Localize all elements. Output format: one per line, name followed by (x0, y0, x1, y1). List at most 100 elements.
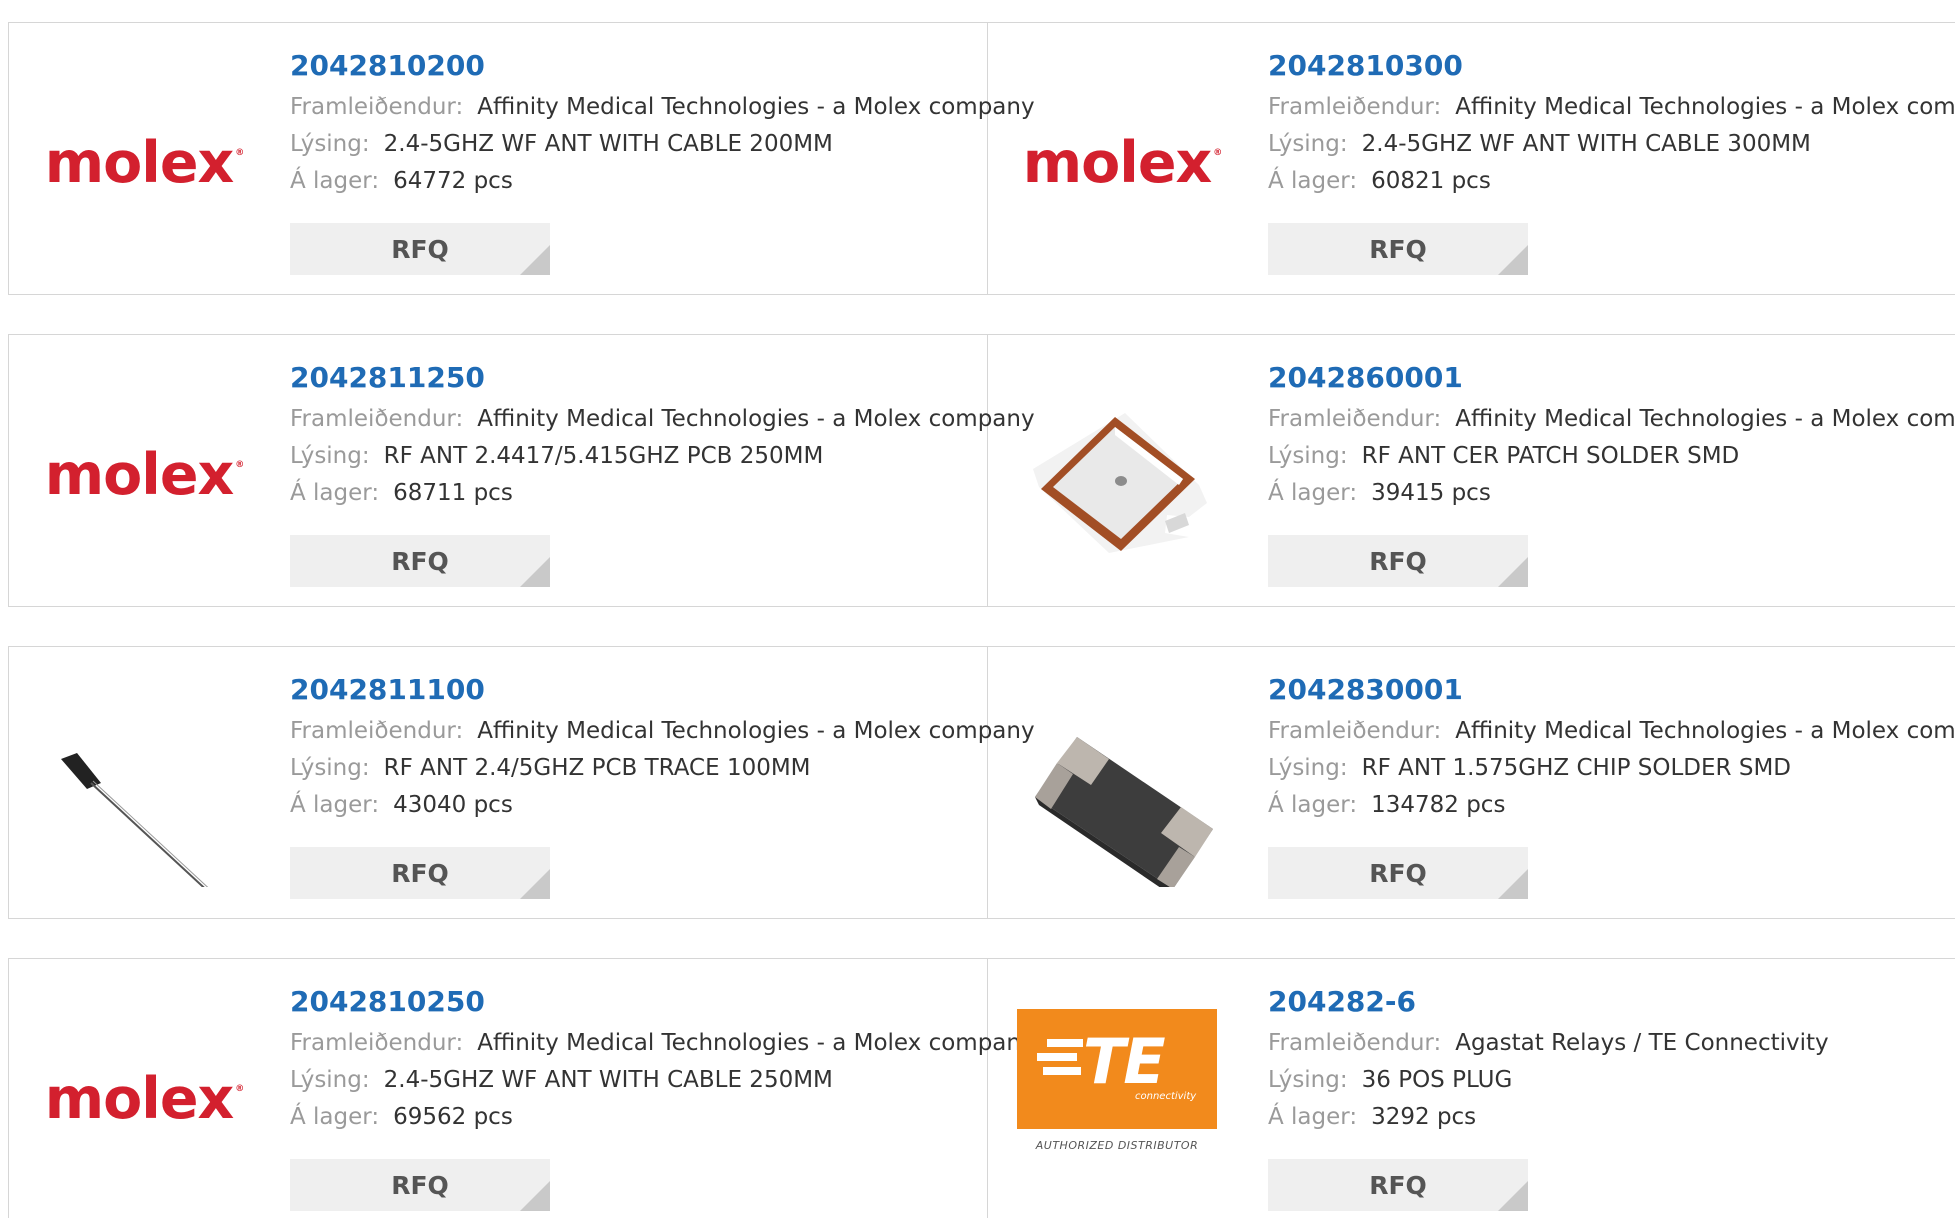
description-line: Lýsing: 2.4-5GHZ WF ANT WITH CABLE 300MM (1268, 126, 1955, 163)
manufacturer-label: Framleiðendur: (1268, 1030, 1442, 1056)
product-image[interactable]: molex ® (39, 999, 245, 1199)
manufacturer-value: Agastat Relays / TE Connectivity (1455, 1030, 1829, 1056)
stock-value: 69562 pcs (393, 1104, 513, 1130)
description-line: Lýsing: 2.4-5GHZ WF ANT WITH CABLE 200MM (290, 126, 1035, 163)
stock-value: 3292 pcs (1371, 1104, 1477, 1130)
stock-line: Á lager: 69562 pcs (290, 1099, 1035, 1136)
manufacturer-value: Affinity Medical Technologies - a Molex … (1455, 406, 1955, 432)
part-number-link[interactable]: 2042811250 (290, 361, 1035, 395)
product-card: molex ® 2042810250 Framleiðendur: Affinity… (9, 959, 1035, 1218)
rfq-button[interactable]: RFQ (290, 223, 550, 275)
part-number-link[interactable]: 2042830001 (1268, 673, 1955, 707)
rfq-button[interactable]: RFQ (1268, 847, 1528, 899)
description-line: Lýsing: RF ANT 2.4417/5.415GHZ PCB 250MM (290, 438, 1035, 475)
part-number-link[interactable]: 2042810200 (290, 49, 1035, 83)
product-card: molex ® 2042810200 Framleiðendur: Affinity… (9, 23, 1035, 294)
product-card: 2042860001 Framleiðendur: Affinity Medica… (987, 335, 1955, 606)
product-card: 2042830001 Framleiðendur: Affinity Medica… (987, 647, 1955, 918)
manufacturer-value: Affinity Medical Technologies - a Molex … (477, 94, 1035, 120)
stock-line: Á lager: 3292 pcs (1268, 1099, 1829, 1136)
product-image[interactable]: TE connectivity AUTHORIZED DISTRIBUTOR (1017, 999, 1217, 1199)
description-value: 2.4-5GHZ WF ANT WITH CABLE 200MM (383, 131, 833, 157)
product-image[interactable] (1017, 687, 1217, 887)
stock-label: Á lager: (290, 1104, 380, 1130)
description-label: Lýsing: (1268, 443, 1348, 469)
manufacturer-value: Affinity Medical Technologies - a Molex … (1455, 94, 1955, 120)
rfq-button[interactable]: RFQ (1268, 535, 1528, 587)
part-number-link[interactable]: 2042811100 (290, 673, 1035, 707)
manufacturer-line: Framleiðendur: Affinity Medical Technolog… (290, 401, 1035, 438)
product-info: 2042830001 Framleiðendur: Affinity Medica… (1268, 673, 1955, 824)
manufacturer-value: Affinity Medical Technologies - a Molex … (477, 1030, 1035, 1056)
product-info: 2042810200 Framleiðendur: Affinity Medica… (290, 49, 1035, 200)
manufacturer-label: Framleiðendur: (290, 1030, 464, 1056)
product-row: molex ® 2042810200 Framleiðendur: Affinity… (8, 22, 1955, 295)
te-stripes-icon (1037, 1039, 1083, 1075)
description-value: RF ANT 1.575GHZ CHIP SOLDER SMD (1361, 755, 1791, 781)
manufacturer-label: Framleiðendur: (1268, 718, 1442, 744)
description-label: Lýsing: (1268, 131, 1348, 157)
stock-label: Á lager: (290, 168, 380, 194)
part-number-link[interactable]: 2042810300 (1268, 49, 1955, 83)
product-info: 2042810250 Framleiðendur: Affinity Medica… (290, 985, 1035, 1136)
description-line: Lýsing: RF ANT 2.4/5GHZ PCB TRACE 100MM (290, 750, 1035, 787)
chip-antenna-image (1035, 737, 1213, 887)
ceramic-patch-antenna-image (1033, 413, 1207, 553)
stock-line: Á lager: 64772 pcs (290, 163, 1035, 200)
manufacturer-value: Affinity Medical Technologies - a Molex … (1455, 718, 1955, 744)
stock-line: Á lager: 68711 pcs (290, 475, 1035, 512)
description-line: Lýsing: 2.4-5GHZ WF ANT WITH CABLE 250MM (290, 1062, 1035, 1099)
description-line: Lýsing: RF ANT 1.575GHZ CHIP SOLDER SMD (1268, 750, 1955, 787)
manufacturer-label: Framleiðendur: (290, 406, 464, 432)
molex-logo: molex ® (44, 442, 245, 508)
manufacturer-label: Framleiðendur: (290, 94, 464, 120)
product-row: 2042811100 Framleiðendur: Affinity Medica… (8, 646, 1955, 919)
description-line: Lýsing: RF ANT CER PATCH SOLDER SMD (1268, 438, 1955, 475)
product-image[interactable]: molex ® (39, 63, 245, 263)
stock-value: 134782 pcs (1371, 792, 1506, 818)
stock-line: Á lager: 134782 pcs (1268, 787, 1955, 824)
description-value: 36 POS PLUG (1361, 1067, 1513, 1093)
stock-value: 68711 pcs (393, 480, 513, 506)
description-value: 2.4-5GHZ WF ANT WITH CABLE 300MM (1361, 131, 1811, 157)
manufacturer-line: Framleiðendur: Affinity Medical Technolog… (1268, 89, 1955, 126)
product-info: 2042811250 Framleiðendur: Affinity Medica… (290, 361, 1035, 512)
rfq-button[interactable]: RFQ (1268, 223, 1528, 275)
rfq-button[interactable]: RFQ (290, 535, 550, 587)
description-value: RF ANT 2.4417/5.415GHZ PCB 250MM (383, 443, 824, 469)
stock-value: 39415 pcs (1371, 480, 1491, 506)
part-number-link[interactable]: 204282-6 (1268, 985, 1829, 1019)
product-info: 2042811100 Framleiðendur: Affinity Medica… (290, 673, 1035, 824)
stock-line: Á lager: 39415 pcs (1268, 475, 1955, 512)
rfq-button[interactable]: RFQ (290, 847, 550, 899)
manufacturer-line: Framleiðendur: Agastat Relays / TE Connec… (1268, 1025, 1829, 1062)
manufacturer-line: Framleiðendur: Affinity Medical Technolog… (290, 89, 1035, 126)
description-label: Lýsing: (1268, 755, 1348, 781)
product-info: 2042810300 Framleiðendur: Affinity Medica… (1268, 49, 1955, 200)
manufacturer-value: Affinity Medical Technologies - a Molex … (477, 406, 1035, 432)
product-card: molex ® 2042811250 Framleiðendur: Affinity… (9, 335, 1035, 606)
product-image[interactable]: molex ® (39, 375, 245, 575)
product-image[interactable]: molex ® (1017, 63, 1223, 263)
rfq-button[interactable]: RFQ (290, 1159, 550, 1211)
product-info: 204282-6 Framleiðendur: Agastat Relays / … (1268, 985, 1829, 1136)
description-line: Lýsing: 36 POS PLUG (1268, 1062, 1829, 1099)
product-image[interactable] (39, 687, 239, 887)
manufacturer-line: Framleiðendur: Affinity Medical Technolog… (290, 713, 1035, 750)
molex-logo: molex ® (44, 130, 245, 196)
stock-label: Á lager: (1268, 168, 1358, 194)
product-card: molex ® 2042810300 Framleiðendur: Affinity… (987, 23, 1955, 294)
product-card: 2042811100 Framleiðendur: Affinity Medica… (9, 647, 1035, 918)
product-image[interactable] (1017, 375, 1217, 575)
part-number-link[interactable]: 2042860001 (1268, 361, 1955, 395)
stock-value: 60821 pcs (1371, 168, 1491, 194)
stock-label: Á lager: (1268, 1104, 1358, 1130)
manufacturer-line: Framleiðendur: Affinity Medical Technolog… (1268, 713, 1955, 750)
rfq-button[interactable]: RFQ (1268, 1159, 1528, 1211)
product-row: molex ® 2042810250 Framleiðendur: Affinity… (8, 958, 1955, 1218)
stock-label: Á lager: (290, 480, 380, 506)
molex-logo: molex ® (1022, 130, 1223, 196)
description-value: 2.4-5GHZ WF ANT WITH CABLE 250MM (383, 1067, 833, 1093)
description-label: Lýsing: (290, 1067, 370, 1093)
part-number-link[interactable]: 2042810250 (290, 985, 1035, 1019)
